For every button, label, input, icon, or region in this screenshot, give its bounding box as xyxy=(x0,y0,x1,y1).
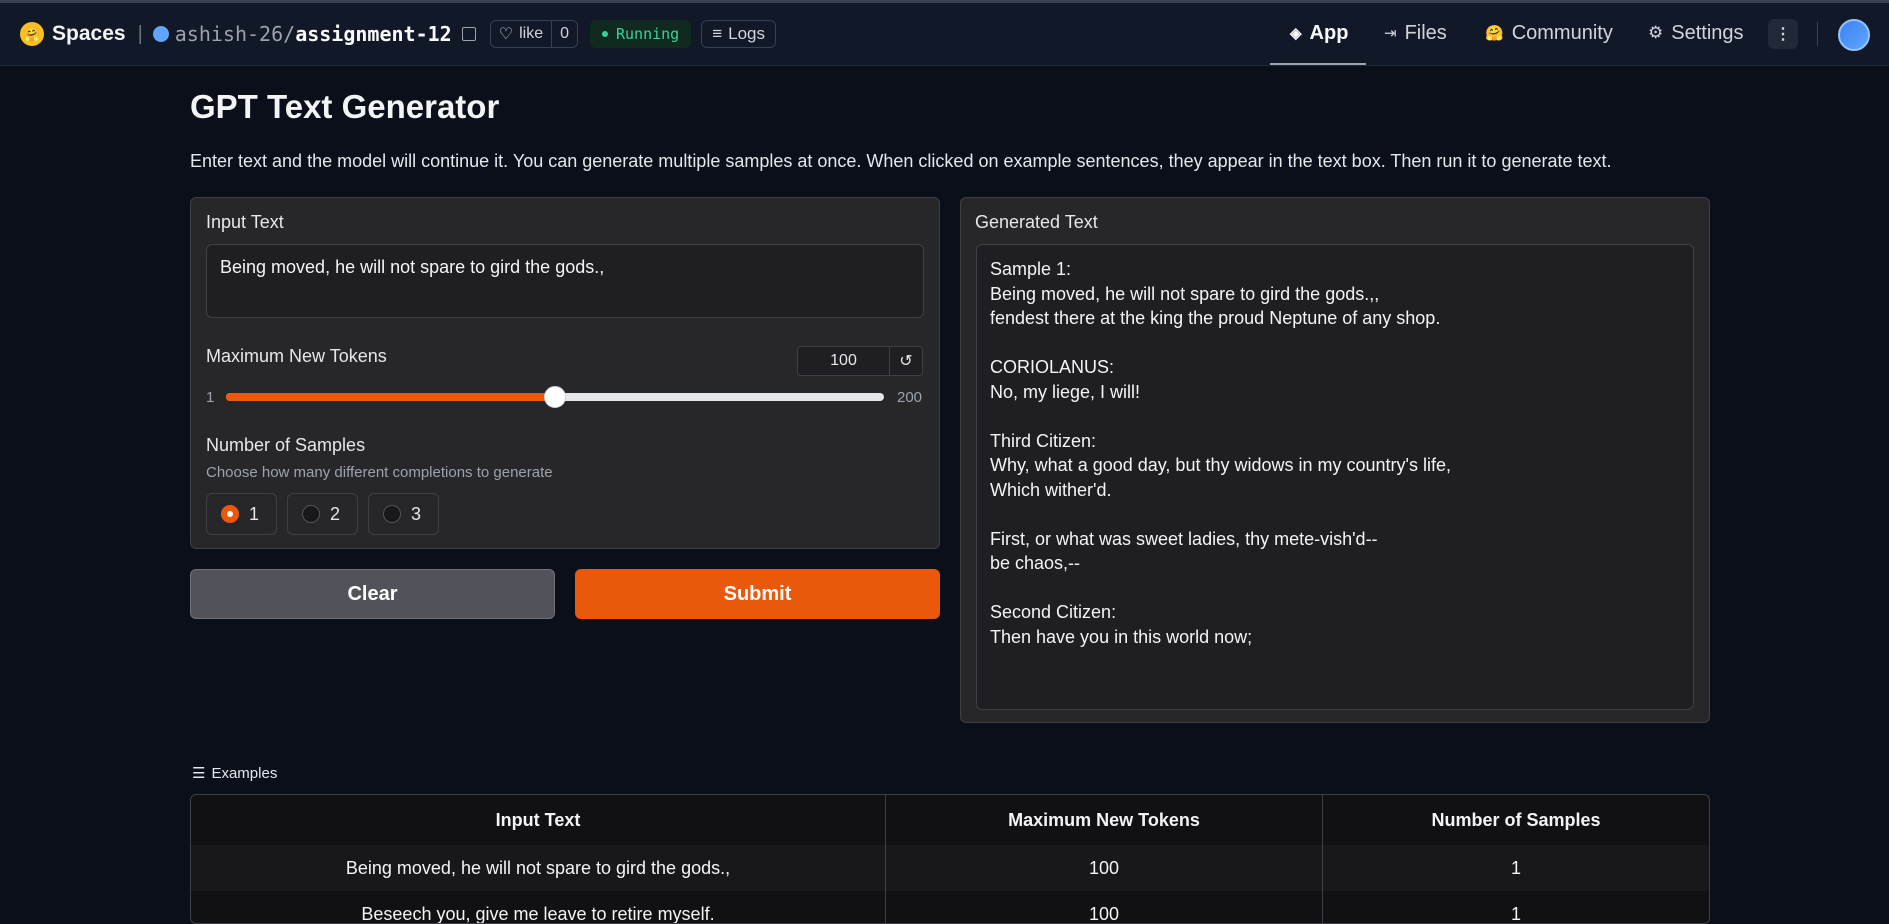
sample-option-3[interactable]: 3 xyxy=(368,493,439,535)
table-cell[interactable]: 1 xyxy=(1323,845,1709,891)
max-tokens-number-input[interactable]: 100 xyxy=(797,346,890,376)
breadcrumb-separator: | xyxy=(137,22,143,45)
tab-settings-label: Settings xyxy=(1671,21,1744,44)
logs-label: Logs xyxy=(728,24,766,43)
examples-header: ☰ Examples xyxy=(192,764,278,783)
num-samples-info: Choose how many different completions to… xyxy=(206,464,553,481)
tab-files-label: Files xyxy=(1404,21,1447,44)
sample-option-label: 2 xyxy=(330,503,341,524)
input-text-field[interactable]: Being moved, he will not spare to gird t… xyxy=(206,244,924,318)
column-header: Number of Samples xyxy=(1431,809,1601,830)
table-row[interactable]: Being moved, he will not spare to gird t… xyxy=(191,845,1709,891)
heart-icon: ♡ xyxy=(498,26,514,43)
generated-text-line xyxy=(990,576,1680,601)
generated-text-line: Third Citizen: xyxy=(990,430,1097,451)
owner-avatar-icon xyxy=(152,26,169,42)
generated-text-label: Generated Text xyxy=(975,212,1098,232)
radio-unselected-icon xyxy=(383,505,401,523)
generated-text-line xyxy=(990,502,1680,527)
generated-text-line: CORIOLANUS: xyxy=(990,357,1115,377)
radio-unselected-icon xyxy=(302,505,320,523)
column-header: Input Text xyxy=(191,795,886,845)
logs-icon: ≡ xyxy=(712,24,723,43)
active-tab-indicator xyxy=(1270,63,1366,65)
generated-text-line: Second Citizen: xyxy=(990,602,1117,622)
files-icon: ⇥ xyxy=(1384,25,1397,42)
like-count: 0 xyxy=(551,21,577,47)
slider-max-label: 200 xyxy=(897,389,923,406)
status-dot-icon xyxy=(602,31,608,37)
more-options-button[interactable]: ⋮ xyxy=(1768,19,1798,49)
tab-settings[interactable]: ⚙ Settings xyxy=(1648,0,1744,66)
owner-link[interactable]: ashish-26/ xyxy=(175,22,295,46)
table-cell[interactable]: 100 xyxy=(886,845,1323,891)
generated-text-line: No, my liege, I will! xyxy=(990,381,1141,402)
table-cell[interactable]: 100 xyxy=(886,891,1323,923)
slider-thumb[interactable] xyxy=(544,386,566,408)
generated-text-line: be chaos,-- xyxy=(990,553,1081,573)
page-description: Enter text and the model will continue i… xyxy=(190,151,1612,171)
examples-table: Input Text Maximum New Tokens Number of … xyxy=(190,794,1710,924)
sample-option-2[interactable]: 2 xyxy=(287,493,358,535)
radio-selected-icon xyxy=(221,505,239,523)
generated-text-line: Why, what a good day, but thy widows in … xyxy=(990,455,1451,475)
generated-text-field[interactable]: Sample 1: Being moved, he will not spare … xyxy=(976,244,1694,710)
generated-text-line: Which wither'd. xyxy=(990,479,1112,500)
slider-fill xyxy=(226,393,555,401)
hugging-face-logo-icon[interactable]: 🤗 xyxy=(20,22,44,46)
status-badge: Running xyxy=(590,20,692,48)
examples-label: Examples xyxy=(211,764,278,782)
page-title: GPT Text Generator xyxy=(190,88,500,125)
community-icon: 🤗 xyxy=(1485,25,1504,42)
user-avatar[interactable] xyxy=(1838,19,1870,51)
repo-name-link[interactable]: assignment-12 xyxy=(295,22,452,46)
spaces-link[interactable]: Spaces xyxy=(52,22,126,46)
tab-community[interactable]: 🤗 Community xyxy=(1485,0,1613,66)
like-label: like xyxy=(519,25,544,42)
submit-button[interactable]: Submit xyxy=(575,569,940,619)
generated-text-line: Being moved, he will not spare to gird t… xyxy=(990,283,1380,304)
list-icon: ☰ xyxy=(192,765,206,782)
cube-icon: ◈ xyxy=(1290,25,1302,42)
tab-app[interactable]: ◈ App xyxy=(1290,0,1348,66)
gear-icon: ⚙ xyxy=(1648,23,1664,42)
input-text-label: Input Text xyxy=(206,212,284,232)
generated-text-line: First, or what was sweet ladies, thy met… xyxy=(990,528,1378,549)
generated-text-line: Sample 1: xyxy=(990,259,1072,279)
table-cell[interactable]: Being moved, he will not spare to gird t… xyxy=(191,845,886,891)
generated-text-line xyxy=(990,404,1680,429)
max-tokens-slider[interactable] xyxy=(226,386,884,408)
status-text: Running xyxy=(616,25,680,43)
table-cell[interactable]: Beseech you, give me leave to retire mys… xyxy=(191,891,886,923)
logs-button[interactable]: ≡ Logs xyxy=(701,20,777,48)
slider-min-label: 1 xyxy=(206,389,215,406)
num-samples-label: Number of Samples xyxy=(206,435,366,455)
generated-text-line: fendest there at the king the proud Nept… xyxy=(990,308,1441,328)
reset-button[interactable]: ↺ xyxy=(890,346,923,376)
tab-files[interactable]: ⇥ Files xyxy=(1384,0,1447,66)
tab-community-label: Community xyxy=(1511,21,1613,44)
kebab-icon: ⋮ xyxy=(1775,26,1791,43)
table-cell[interactable]: 1 xyxy=(1323,891,1709,924)
like-button[interactable]: ♡ like 0 xyxy=(489,20,578,48)
table-row[interactable]: Beseech you, give me leave to retire mys… xyxy=(191,891,1709,924)
generated-text-line: Then have you in this world now; xyxy=(990,626,1253,647)
nav-divider xyxy=(1817,22,1818,46)
sample-option-1[interactable]: 1 xyxy=(206,493,277,535)
generated-text-line xyxy=(990,331,1680,356)
sample-option-label: 1 xyxy=(249,503,260,524)
table-header-row: Input Text Maximum New Tokens Number of … xyxy=(191,795,1709,845)
copy-icon[interactable] xyxy=(461,27,476,41)
tab-app-label: App xyxy=(1309,21,1349,44)
clear-button[interactable]: Clear xyxy=(190,569,555,619)
max-tokens-label: Maximum New Tokens xyxy=(206,346,387,366)
reset-icon: ↺ xyxy=(899,353,913,370)
sample-option-label: 3 xyxy=(411,503,422,524)
column-header: Maximum New Tokens xyxy=(886,795,1323,845)
